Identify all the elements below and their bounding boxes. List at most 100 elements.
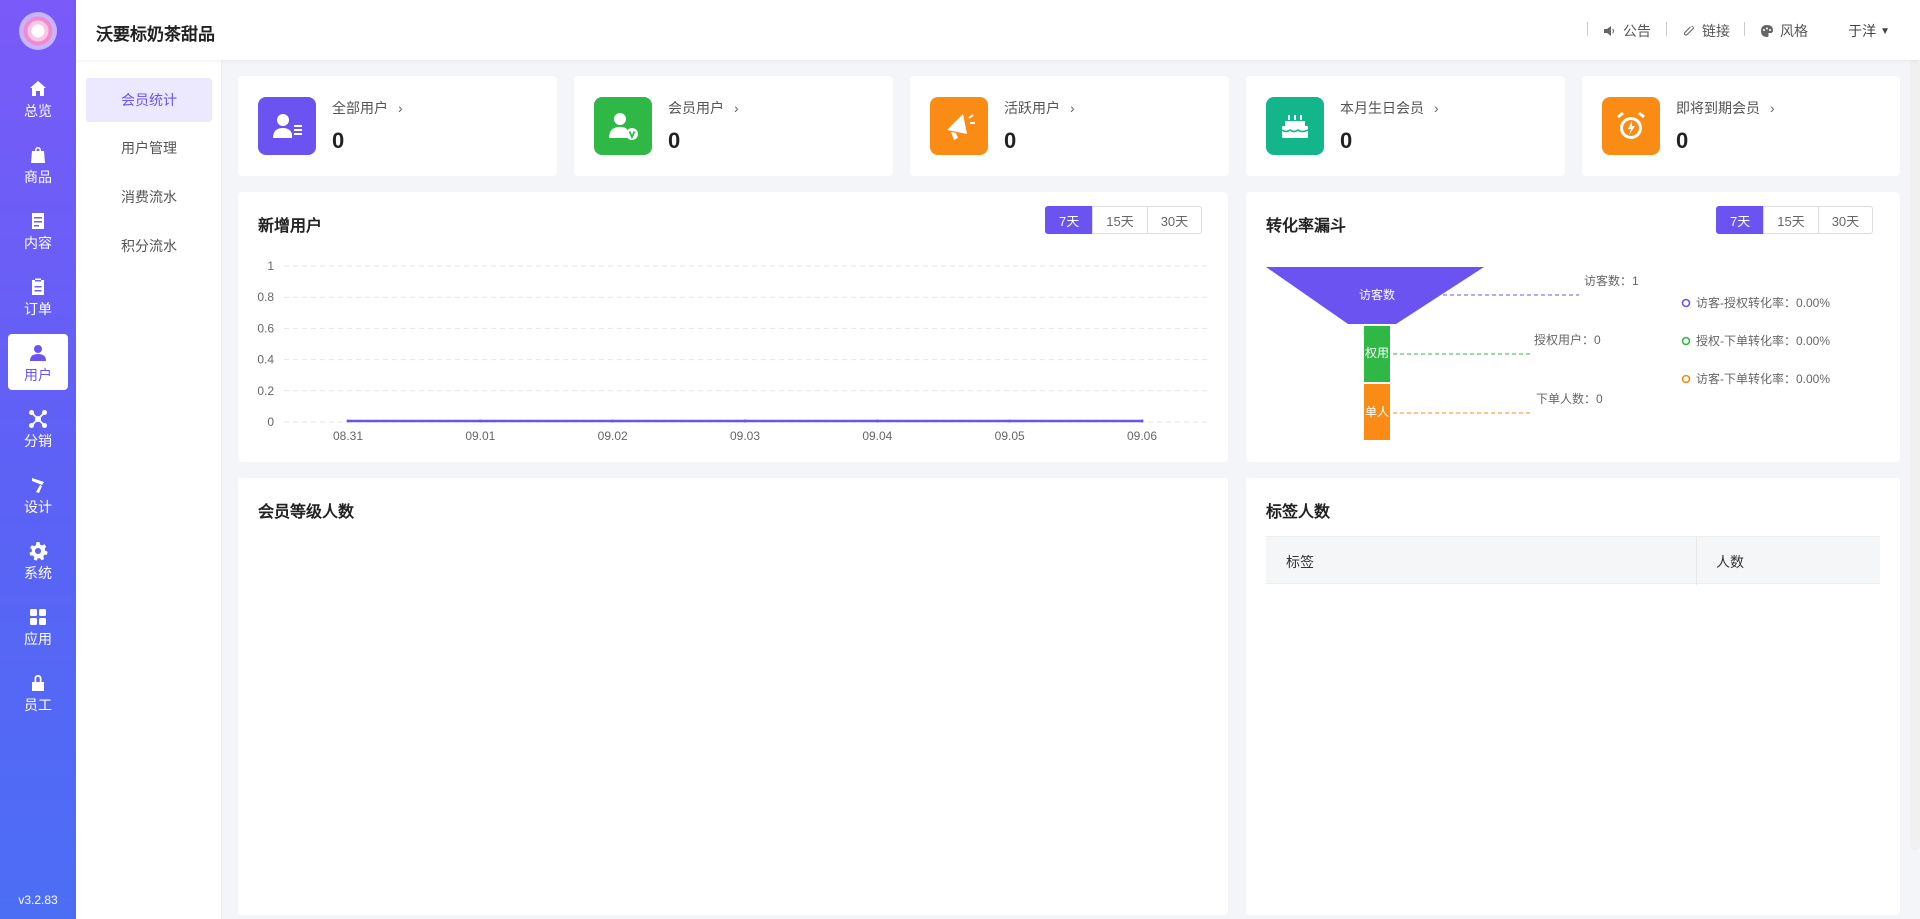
x-tick-label: 09.02 <box>598 429 628 443</box>
chevron-right-icon: › <box>398 100 403 116</box>
chevron-right-icon: › <box>1070 100 1075 116</box>
funnel-stage-label: 单人 <box>1365 405 1389 419</box>
rail-label: 设计 <box>24 499 52 515</box>
rail-item-apps[interactable]: 应用 <box>8 598 68 654</box>
style-label: 风格 <box>1780 23 1808 39</box>
stat-icon-box <box>1266 97 1324 155</box>
stat-label: 全部用户 <box>332 100 388 116</box>
rail-label: 用户 <box>24 367 52 383</box>
rail-item-content[interactable]: 内容 <box>8 202 68 258</box>
app-logo[interactable] <box>19 12 57 50</box>
stat-value: 0 <box>1340 128 1353 153</box>
document-icon <box>32 213 44 229</box>
funnel-chart: 访客数 访客数：1 权用 授权用户：0 单人 下单人数：0 访客-授权转化率：0… <box>1266 267 1830 440</box>
links-link[interactable]: 链接 <box>1682 21 1730 41</box>
stat-label: 即将到期会员 <box>1676 100 1760 116</box>
topbar-divider <box>1587 22 1588 36</box>
y-tick-label: 0.4 <box>257 353 274 367</box>
data-point <box>478 419 482 423</box>
stat-label-link[interactable]: 本月生日会员 › <box>1340 98 1439 118</box>
stat-label: 活跃用户 <box>1004 100 1060 116</box>
tags-table-header: 标签 人数 <box>1266 536 1880 585</box>
chevron-right-icon: › <box>734 100 739 116</box>
member-levels-card: 会员等级人数 <box>238 478 1228 915</box>
rail-item-design[interactable]: 设计 <box>8 466 68 522</box>
lock-icon <box>32 675 44 691</box>
chevron-right-icon: › <box>1770 100 1775 116</box>
rail-label: 总览 <box>24 103 52 119</box>
rail-item-system[interactable]: 系统 <box>8 532 68 588</box>
stat-label-link[interactable]: 全部用户 › <box>332 98 403 118</box>
rail-label: 内容 <box>24 235 52 251</box>
style-link[interactable]: 风格 <box>1760 21 1808 41</box>
user-icon <box>30 345 46 361</box>
tags-title: 标签人数 <box>1266 504 1331 521</box>
funnel-card: 转化率漏斗 7天 15天 30天 访客数 访客数：1 权用 授权用户：0 单人 … <box>1246 192 1900 462</box>
main-rail: 总览 商品 内容 订单 用户 分销 设计 系统 应用 员工 v3.2.83 <box>0 0 76 919</box>
rail-label: 商品 <box>24 169 52 185</box>
topbar-divider <box>1744 22 1745 36</box>
top-bar: 沃要标奶茶甜品 公告 链接 风格 于洋 ▼ <box>76 0 1920 60</box>
megaphone-icon <box>947 114 975 140</box>
app-version: v3.2.83 <box>18 893 58 907</box>
rate-label: 访客-授权转化率：0.00% <box>1696 295 1830 310</box>
stat-label-link[interactable]: 会员用户 › <box>668 98 739 118</box>
stat-label-link[interactable]: 即将到期会员 › <box>1676 98 1775 118</box>
submenu-user-management[interactable]: 用户管理 <box>86 126 212 170</box>
rail-item-staff[interactable]: 员工 <box>8 664 68 720</box>
rail-item-overview[interactable]: 总览 <box>8 70 68 126</box>
x-tick-label: 09.01 <box>465 429 495 443</box>
data-point <box>875 419 879 423</box>
submenu-consumption-flow[interactable]: 消费流水 <box>86 175 212 219</box>
x-tick-label: 08.31 <box>333 429 363 443</box>
x-tick-label: 09.05 <box>995 429 1025 443</box>
submenu-points-flow[interactable]: 积分流水 <box>86 224 212 268</box>
notice-link[interactable]: 公告 <box>1603 21 1651 41</box>
stat-card-member-users: 会员用户 › 0 <box>574 76 893 176</box>
stat-card-active-users: 活跃用户 › 0 <box>910 76 1229 176</box>
sub-menu: 会员统计 用户管理 消费流水 积分流水 <box>76 0 222 919</box>
data-point <box>743 419 747 423</box>
rail-label: 系统 <box>24 565 52 581</box>
alarm-clock-icon <box>1617 111 1645 139</box>
stat-value: 0 <box>332 128 345 153</box>
stat-card-all-users: 全部用户 › 0 <box>238 76 557 176</box>
store-name: 沃要标奶茶甜品 <box>96 25 215 44</box>
stat-value: 0 <box>668 128 681 153</box>
cake-icon <box>1281 115 1309 138</box>
vip-user-icon <box>609 113 638 140</box>
data-point <box>346 419 350 423</box>
rail-item-goods[interactable]: 商品 <box>8 136 68 192</box>
page-scrollbar[interactable] <box>1910 60 1920 850</box>
grid-icon <box>30 609 46 625</box>
speaker-icon <box>1604 26 1614 36</box>
rail-item-users[interactable]: 用户 <box>8 334 68 390</box>
data-point <box>1008 419 1012 423</box>
rail-item-distribution[interactable]: 分销 <box>8 400 68 456</box>
rail-label: 订单 <box>24 301 52 317</box>
data-point <box>611 419 615 423</box>
stat-label: 本月生日会员 <box>1340 100 1424 116</box>
stat-label: 会员用户 <box>668 100 724 116</box>
clipboard-icon <box>32 278 44 295</box>
rate-marker <box>1681 336 1691 346</box>
y-tick-label: 0.6 <box>257 321 274 335</box>
stat-card-birthday-members: 本月生日会员 › 0 <box>1246 76 1565 176</box>
user-menu[interactable]: 于洋 ▼ <box>1848 21 1890 41</box>
topbar-divider <box>1666 22 1667 36</box>
rate-marker <box>1681 374 1691 384</box>
submenu-member-stats[interactable]: 会员统计 <box>86 78 212 122</box>
funnel-annotation: 访客数：1 <box>1584 273 1639 288</box>
y-tick-label: 0.8 <box>257 290 274 304</box>
rail-label: 员工 <box>24 697 52 713</box>
brush-icon <box>32 478 44 493</box>
stat-label-link[interactable]: 活跃用户 › <box>1004 98 1075 118</box>
funnel-stage-label: 访客数 <box>1359 287 1395 302</box>
rail-item-orders[interactable]: 订单 <box>8 268 68 324</box>
x-tick-label: 09.03 <box>730 429 760 443</box>
data-point <box>1140 419 1144 423</box>
tags-card: 标签人数 标签 人数 <box>1246 478 1900 915</box>
chevron-right-icon: › <box>1434 100 1439 116</box>
home-icon <box>30 81 46 96</box>
column-header-count: 人数 <box>1716 554 1744 570</box>
